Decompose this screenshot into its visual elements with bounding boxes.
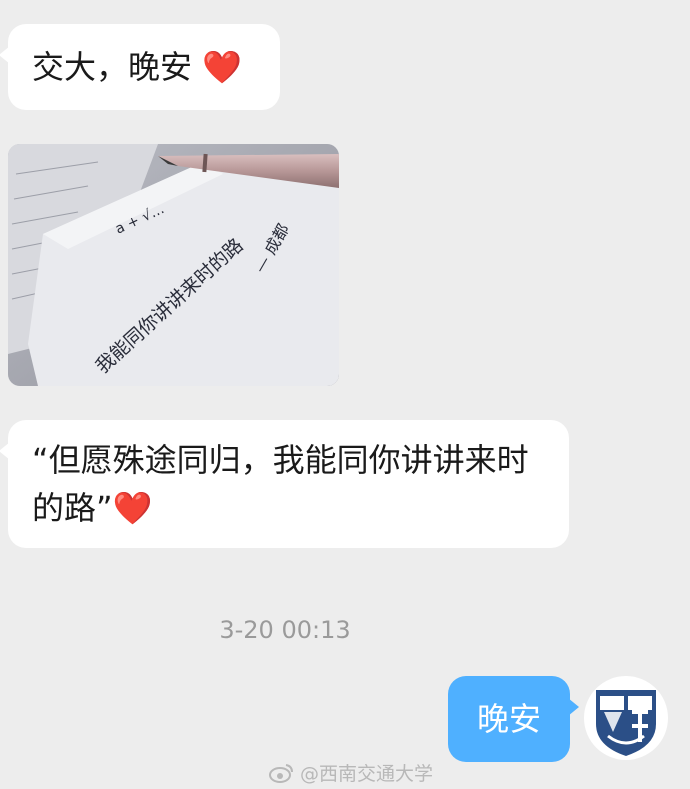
heart-emoji-icon: ❤️ <box>112 489 153 527</box>
photo-message[interactable]: a + √… 我能同你讲讲来时的路 — 成都 <box>8 144 339 386</box>
heart-emoji-icon: ❤️ <box>202 48 243 86</box>
message-text: 交大，晚安 <box>32 48 193 86</box>
photo-image: a + √… 我能同你讲讲来时的路 — 成都 <box>8 144 339 386</box>
outgoing-message-bubble[interactable]: 晚安 <box>448 676 579 762</box>
university-emblem-icon <box>586 678 666 758</box>
message-text: 晚安 <box>476 700 541 738</box>
weibo-logo-icon <box>269 764 293 783</box>
watermark-text: @西南交通大学 <box>300 763 434 785</box>
avatar[interactable] <box>584 676 668 760</box>
message-text: “但愿殊途同归，我能同你讲讲来时的路” <box>32 441 529 527</box>
incoming-message-bubble[interactable]: “但愿殊途同归，我能同你讲讲来时的路”❤️ <box>0 420 569 548</box>
message-timestamp: 3-20 00:13 <box>219 616 351 644</box>
watermark: @西南交通大学 <box>268 760 433 788</box>
incoming-message-bubble[interactable]: 交大，晚安 ❤️ <box>0 24 280 110</box>
